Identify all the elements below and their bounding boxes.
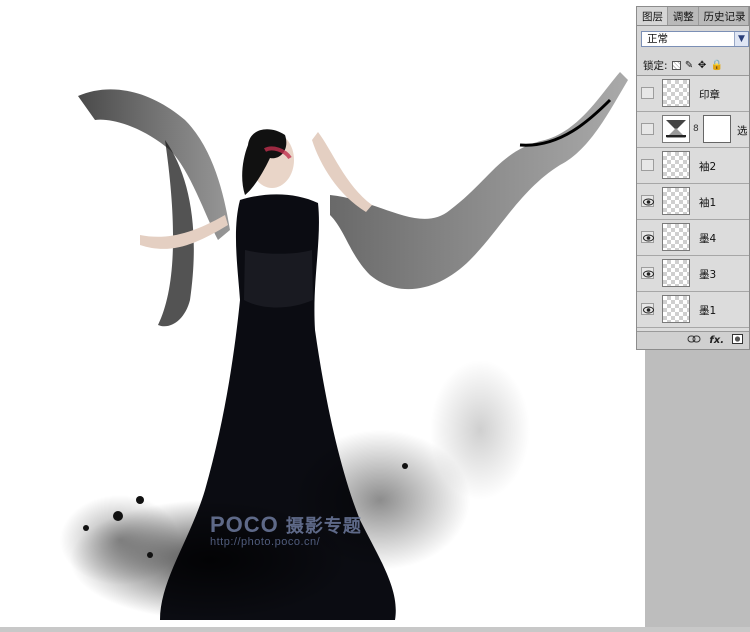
eye-icon [643, 234, 654, 242]
layer-mask-thumbnail [703, 115, 731, 143]
workspace-background [645, 350, 750, 632]
link-layers-icon[interactable] [687, 335, 701, 346]
brush-icon[interactable]: ✎ [685, 60, 694, 70]
layer-name: 袖1 [699, 197, 717, 209]
canvas-bottom-edge [0, 627, 750, 632]
layer-name: 墨1 [699, 305, 717, 317]
visibility-toggle[interactable] [641, 123, 654, 135]
eye-icon [643, 198, 654, 206]
lock-icon[interactable]: 🔒 [711, 60, 723, 70]
eye-icon [643, 270, 654, 278]
layer-thumbnail [662, 295, 690, 323]
layer-name: 印章 [699, 89, 720, 101]
layer-name: 墨4 [699, 233, 717, 245]
watermark: POCO 摄影专题 http://photo.poco.cn/ [210, 512, 362, 548]
chevron-down-icon[interactable]: ▼ [734, 32, 748, 46]
visibility-toggle[interactable] [641, 159, 654, 171]
layers-list: 印章 8 选 袖2 袖1 墨4 墨3 墨1 [637, 75, 749, 334]
eye-icon [643, 306, 654, 314]
layer-name: 袖2 [699, 161, 717, 173]
layer-row[interactable]: 8 选 [637, 112, 749, 148]
add-mask-icon[interactable] [732, 334, 743, 347]
layer-thumbnail [662, 259, 690, 287]
visibility-toggle[interactable] [641, 303, 654, 315]
visibility-toggle[interactable] [641, 267, 654, 279]
blend-mode-select[interactable]: 正常 ▼ [641, 31, 749, 47]
lock-label: 锁定: [643, 59, 668, 72]
watermark-brand: POCO [210, 512, 279, 537]
move-icon[interactable]: ✥ [698, 60, 707, 70]
tab-history[interactable]: 历史记录 [699, 7, 749, 25]
panel-tabs: 图层 调整 历史记录 [637, 7, 749, 26]
layer-row[interactable]: 印章 [637, 76, 749, 112]
visibility-toggle[interactable] [641, 195, 654, 207]
visibility-toggle[interactable] [641, 231, 654, 243]
layer-thumbnail [662, 79, 690, 107]
blend-mode-value: 正常 [647, 33, 668, 45]
lock-row: 锁定: ✎ ✥ 🔒 [643, 57, 749, 73]
layer-row[interactable]: 袖1 [637, 184, 749, 220]
layer-row[interactable]: 袖2 [637, 148, 749, 184]
tab-layers[interactable]: 图层 [637, 7, 668, 25]
fx-button[interactable]: fx. [709, 335, 724, 346]
tab-adjustments[interactable]: 调整 [668, 7, 699, 25]
layer-name: 选 [737, 125, 748, 137]
layer-row[interactable]: 墨3 [637, 256, 749, 292]
lock-transparency-icon[interactable] [671, 60, 681, 70]
layer-thumbnail [662, 223, 690, 251]
layers-panel: 图层 调整 历史记录 正常 ▼ 锁定: ✎ ✥ 🔒 印章 8 选 袖2 袖1 墨… [636, 6, 750, 350]
layer-row[interactable]: 墨1 [637, 292, 749, 328]
visibility-toggle[interactable] [641, 87, 654, 99]
layer-thumbnail [662, 151, 690, 179]
layer-thumbnail [662, 187, 690, 215]
adjustment-icon [666, 120, 686, 138]
adjustment-thumbnail [662, 115, 690, 143]
layer-name: 墨3 [699, 269, 717, 281]
watermark-subtitle: 摄影专题 [285, 516, 362, 536]
link-icon[interactable]: 8 [693, 124, 699, 134]
panel-footer: fx. [637, 331, 749, 349]
layer-row[interactable]: 墨4 [637, 220, 749, 256]
watermark-brand-line: POCO 摄影专题 [210, 512, 362, 538]
